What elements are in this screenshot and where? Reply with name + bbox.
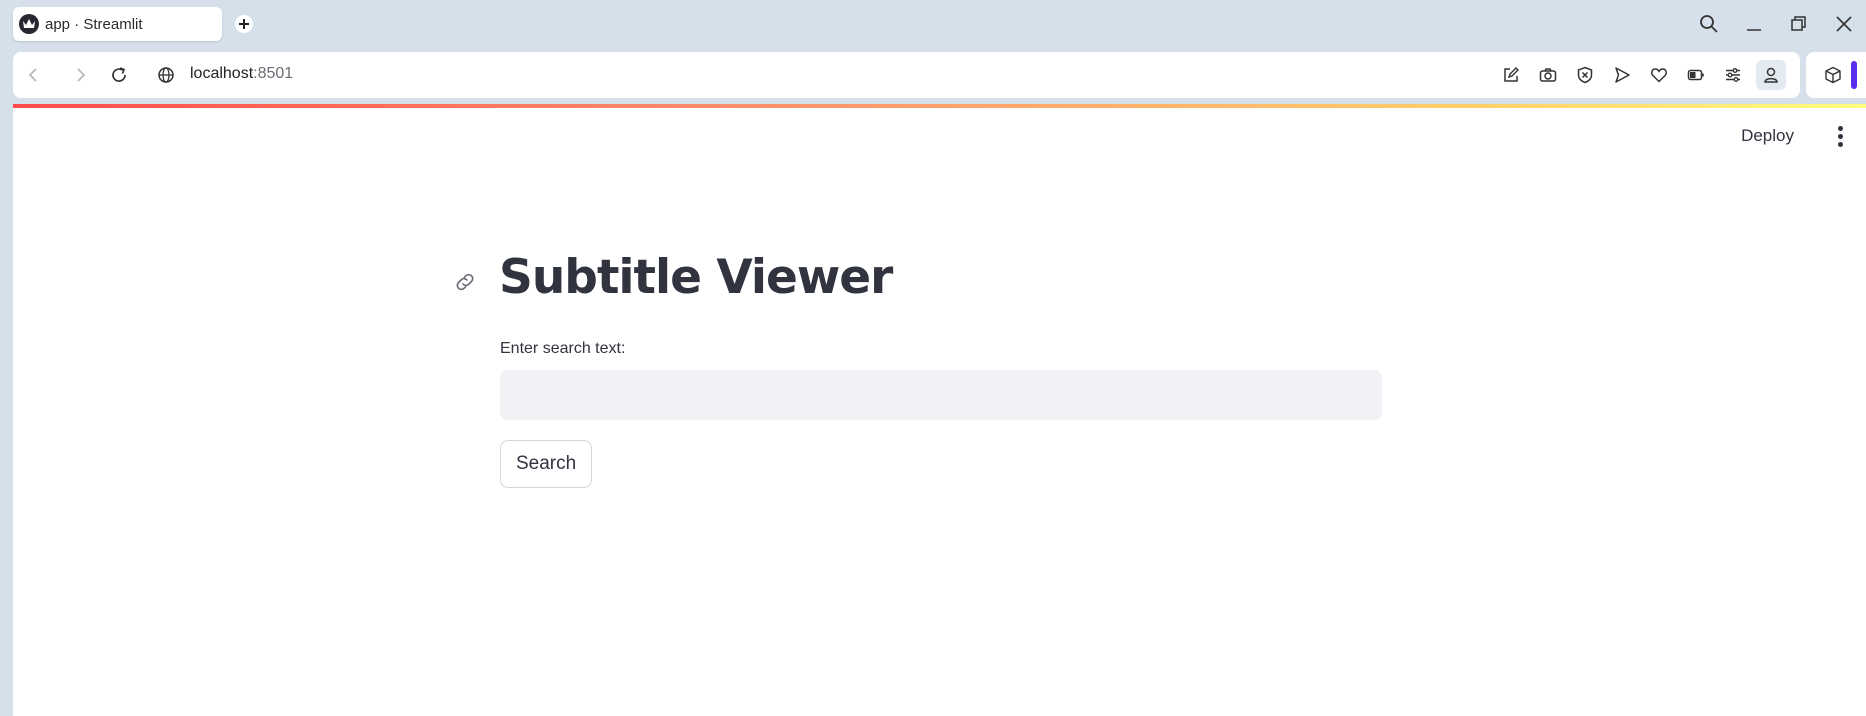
extensions-button[interactable] [1818,60,1848,90]
shield-button[interactable] [1570,60,1600,90]
search-input[interactable] [500,370,1382,420]
site-info-button[interactable] [151,60,181,90]
new-tab-button[interactable] [231,12,257,36]
tab-title: app · Streamlit [45,15,143,33]
profile-icon [1764,67,1778,83]
main-menu-button[interactable] [1828,122,1852,150]
settings-button[interactable] [1718,60,1748,90]
forward-button[interactable] [65,60,95,90]
header-anchor-link[interactable] [452,269,478,295]
edit-icon [1504,67,1519,82]
plus-icon [235,15,253,33]
forward-arrow-icon [77,68,86,82]
profile-button[interactable] [1756,60,1786,90]
send-icon [1615,67,1630,83]
app-header: Deploy [13,108,1866,164]
tab-strip: app · Streamlit [0,0,1866,48]
edit-button[interactable] [1496,60,1526,90]
reload-button[interactable] [104,60,134,90]
deploy-button[interactable]: Deploy [1735,122,1800,150]
back-button[interactable] [19,60,49,90]
extensions-area [1806,52,1866,98]
url-port: :8501 [253,65,294,82]
restore-button[interactable] [1784,10,1814,38]
minimize-icon [1747,29,1761,31]
close-icon [1836,16,1852,32]
address-bar[interactable]: localhost:8501 [190,65,293,83]
streamlit-crown-icon [19,14,39,34]
favorites-button[interactable] [1644,60,1674,90]
streamlit-page: Deploy Subtitle Viewer Enter search text… [13,104,1866,716]
cube-icon [1825,66,1841,84]
extension-accent-bar [1851,61,1857,89]
globe-icon [158,67,174,83]
send-button[interactable] [1607,60,1637,90]
search-tabs-button[interactable] [1694,10,1724,38]
close-window-button[interactable] [1829,10,1859,38]
browser-toolbar: localhost:8501 [13,52,1800,98]
heart-icon [1651,68,1667,83]
battery-icon [1687,69,1704,81]
reload-icon [112,67,126,82]
screenshot-button[interactable] [1533,60,1563,90]
minimize-button[interactable] [1739,10,1769,38]
battery-saver-button[interactable] [1681,60,1711,90]
kebab-dot [1837,125,1843,131]
shield-x-icon [1577,66,1593,84]
restore-icon [1791,16,1806,31]
search-button[interactable]: Search [500,440,593,488]
page-title: Subtitle Viewer [499,250,893,305]
browser-tab[interactable]: app · Streamlit [13,7,222,41]
search-label: Enter search text: [500,340,626,357]
url-host: localhost [190,65,254,82]
link-icon [456,273,474,291]
camera-icon [1539,68,1557,82]
kebab-dot [1837,133,1843,139]
kebab-dot [1837,141,1843,147]
sliders-icon [1726,68,1740,82]
search-icon [1700,15,1718,33]
back-arrow-icon [28,68,37,82]
